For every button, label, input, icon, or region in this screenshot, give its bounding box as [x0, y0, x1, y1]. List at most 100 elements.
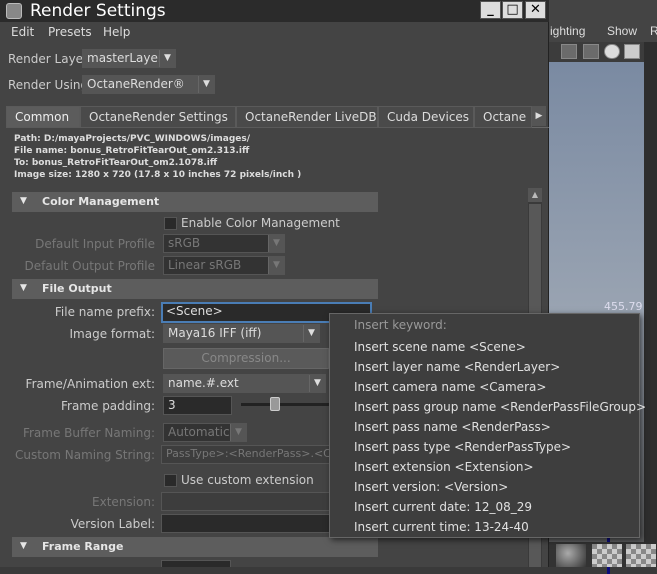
- section-file-output[interactable]: ▼ File Output: [12, 279, 378, 299]
- render-layer-label: Render Layer: [8, 52, 88, 66]
- section-title: File Output: [42, 282, 112, 295]
- path-info: Path: D:/mayaProjects/PVC_WINDOWS/images…: [14, 134, 251, 144]
- window-title: Render Settings: [30, 1, 166, 21]
- sphere-icon[interactable]: [604, 44, 620, 59]
- section-title: Frame Range: [42, 540, 124, 553]
- menu-r[interactable]: R: [650, 24, 657, 38]
- render-using-value: OctaneRender®: [87, 77, 185, 91]
- custom-naming-string-input[interactable]: PassType>:<RenderPass>.<C: [161, 445, 331, 464]
- file-name-prefix-label: File name prefix:: [54, 305, 155, 319]
- close-button[interactable]: ✕: [525, 1, 546, 19]
- frame-buffer-value: Automatic: [168, 425, 230, 439]
- popup-item-date[interactable]: Insert current date: 12_08_29: [354, 500, 532, 514]
- insert-keyword-popup: Insert keyword: Insert scene name <Scene…: [329, 313, 646, 538]
- viewport-menubar: ighting Show R: [548, 22, 657, 42]
- popup-item-layer[interactable]: Insert layer name <RenderLayer>: [354, 360, 560, 374]
- render-using-label: Render Using: [8, 78, 89, 92]
- square-icon[interactable]: [624, 44, 640, 59]
- image-size-info: Image size: 1280 x 720 (17.8 x 10 inches…: [14, 170, 302, 180]
- app-icon: [6, 3, 22, 19]
- popup-item-extension[interactable]: Insert extension <Extension>: [354, 460, 534, 474]
- frame-ext-value: name.#.ext: [168, 376, 239, 390]
- tab-cuda-devices[interactable]: Cuda Devices: [378, 106, 474, 128]
- chevron-down-icon: ▼: [268, 235, 284, 252]
- popup-item-pass-group[interactable]: Insert pass group name <RenderPassFileGr…: [354, 400, 646, 414]
- frame-padding-input[interactable]: 3: [163, 396, 232, 415]
- material-thumb[interactable]: [556, 544, 586, 567]
- frame-padding-slider-track[interactable]: [241, 403, 331, 406]
- start-frame-input[interactable]: [161, 560, 231, 567]
- section-frame-range[interactable]: ▼ Frame Range: [12, 537, 378, 557]
- menu-presets[interactable]: Presets: [48, 25, 92, 39]
- frame-animation-ext-dropdown[interactable]: name.#.ext ▼: [163, 374, 326, 393]
- popup-item-version[interactable]: Insert version: <Version>: [354, 480, 508, 494]
- scroll-up-icon[interactable]: ▲: [528, 188, 542, 202]
- input-profile-value: sRGB: [168, 236, 201, 250]
- material-thumb[interactable]: [626, 544, 656, 567]
- viewport-sidebar: [644, 42, 657, 567]
- render-layer-value: masterLayer: [87, 51, 163, 65]
- version-label-input[interactable]: [161, 514, 331, 533]
- render-layer-dropdown[interactable]: masterLayer ▼: [82, 49, 176, 68]
- tab-octanerender-settings[interactable]: OctaneRender Settings: [80, 106, 236, 128]
- image-format-dropdown[interactable]: Maya16 IFF (iff) ▼: [163, 324, 320, 343]
- render-using-dropdown[interactable]: OctaneRender® ▼: [82, 75, 215, 94]
- frame-buffer-naming-label: Frame Buffer Naming:: [22, 426, 155, 440]
- default-input-profile-label: Default Input Profile: [35, 237, 155, 251]
- use-custom-extension-label: Use custom extension: [181, 473, 314, 487]
- file-name-info: File name: bonus_RetroFitTearOut_om2.313…: [14, 146, 250, 156]
- custom-naming-string-label: Custom Naming String:: [14, 448, 155, 462]
- tab-common[interactable]: Common: [6, 106, 80, 128]
- section-title: Color Management: [42, 195, 160, 208]
- menu-edit[interactable]: Edit: [11, 25, 34, 39]
- coordinate-readout: 455.79: [604, 300, 643, 313]
- chevron-down-icon: ▼: [268, 257, 284, 274]
- enable-color-management-checkbox[interactable]: [164, 217, 177, 230]
- material-thumbnails: [548, 542, 656, 567]
- collapse-triangle-icon: ▼: [20, 196, 27, 206]
- menu-lighting[interactable]: ighting: [550, 24, 585, 38]
- menu-help[interactable]: Help: [103, 25, 130, 39]
- frame-buffer-naming-dropdown[interactable]: Automatic ▼: [163, 423, 247, 442]
- menu-bar: Edit Presets Help: [0, 23, 549, 43]
- enable-color-management-label: Enable Color Management: [181, 216, 340, 230]
- extension-input[interactable]: [161, 492, 331, 511]
- frame-animation-ext-label: Frame/Animation ext:: [25, 377, 155, 391]
- extension-label: Extension:: [92, 495, 155, 509]
- popup-item-time[interactable]: Insert current time: 13-24-40: [354, 520, 529, 534]
- popup-item-camera[interactable]: Insert camera name <Camera>: [354, 380, 546, 394]
- default-output-profile-label: Default Output Profile: [24, 259, 155, 273]
- tab-octane[interactable]: Octane: [474, 106, 532, 128]
- popup-item-pass-name[interactable]: Insert pass name <RenderPass>: [354, 420, 551, 434]
- default-output-profile-dropdown[interactable]: Linear sRGB ▼: [163, 256, 285, 275]
- minimize-button[interactable]: _: [480, 1, 501, 19]
- version-label-label: Version Label:: [70, 517, 155, 531]
- section-color-management[interactable]: ▼ Color Management: [12, 192, 378, 212]
- maximize-button[interactable]: □: [502, 1, 523, 19]
- image-format-label: Image format:: [69, 327, 155, 341]
- chevron-down-icon: ▼: [198, 76, 214, 93]
- tab-octanerender-livedb[interactable]: OctaneRender LiveDB: [236, 106, 378, 128]
- viewport-toolbar: [548, 42, 644, 62]
- to-info: To: bonus_RetroFitTearOut_om2.1078.iff: [14, 158, 218, 168]
- default-input-profile-dropdown[interactable]: sRGB ▼: [163, 234, 285, 253]
- chevron-down-icon: ▼: [303, 325, 319, 342]
- popup-header: Insert keyword:: [354, 318, 447, 332]
- image-format-value: Maya16 IFF (iff): [168, 326, 262, 340]
- popup-item-pass-type[interactable]: Insert pass type <RenderPassType>: [354, 440, 571, 454]
- use-custom-extension-checkbox[interactable]: [164, 474, 177, 487]
- film-icon[interactable]: [583, 44, 599, 59]
- chevron-down-icon: ▼: [309, 375, 325, 392]
- menu-show[interactable]: Show: [607, 24, 637, 38]
- grid-icon[interactable]: [561, 44, 577, 59]
- material-thumb[interactable]: [592, 544, 622, 567]
- chevron-down-icon: ▼: [230, 424, 246, 441]
- frame-padding-slider-handle[interactable]: [270, 397, 280, 411]
- output-profile-value: Linear sRGB: [168, 258, 242, 272]
- compression-button[interactable]: Compression...: [163, 348, 329, 369]
- tab-bar: Common OctaneRender Settings OctaneRende…: [6, 106, 549, 128]
- title-bar[interactable]: Render Settings _ □ ✕: [0, 0, 549, 22]
- chevron-down-icon: ▼: [159, 50, 175, 67]
- popup-item-scene[interactable]: Insert scene name <Scene>: [354, 340, 526, 354]
- tab-scroll-right-icon[interactable]: ▶: [532, 106, 546, 126]
